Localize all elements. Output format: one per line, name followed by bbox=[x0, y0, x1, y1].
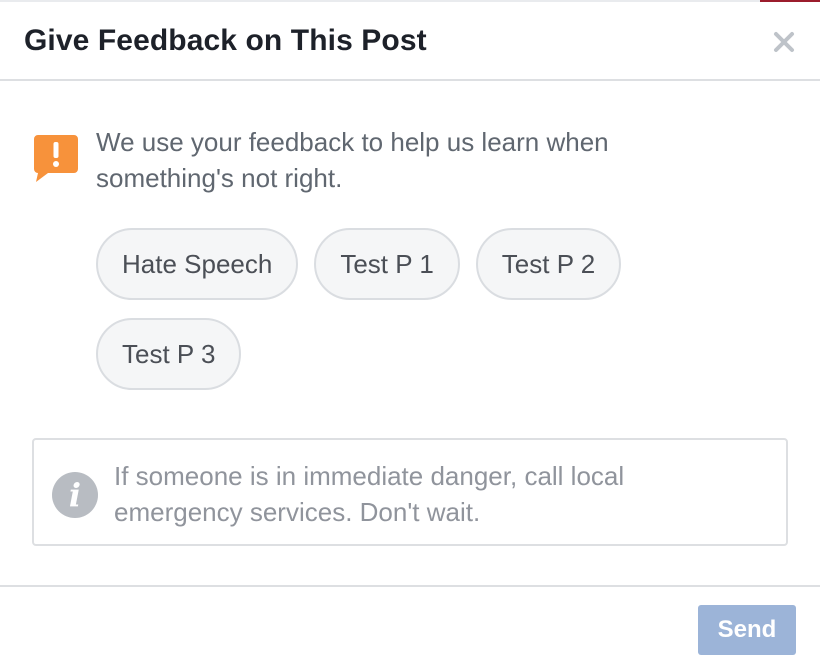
send-button[interactable]: Send bbox=[698, 605, 796, 655]
dialog-footer: Send bbox=[0, 585, 820, 668]
close-icon[interactable] bbox=[768, 26, 800, 58]
emergency-info-text: If someone is in immediate danger, call … bbox=[114, 461, 625, 527]
dialog-title: Give Feedback on This Post bbox=[24, 24, 427, 57]
feedback-options: Hate Speech Test P 1 Test P 2 Test P 3 bbox=[96, 228, 736, 390]
option-test-p-2[interactable]: Test P 2 bbox=[475, 228, 622, 300]
exclamation-speech-bubble-icon bbox=[34, 135, 78, 183]
feedback-notice-text: We use your feedback to help us learn wh… bbox=[96, 127, 609, 193]
info-icon: i bbox=[52, 472, 98, 518]
option-hate-speech[interactable]: Hate Speech bbox=[96, 228, 299, 300]
option-test-p-3[interactable]: Test P 3 bbox=[96, 318, 242, 390]
dialog-header: Give Feedback on This Post bbox=[0, 2, 820, 81]
option-test-p-1[interactable]: Test P 1 bbox=[314, 228, 460, 300]
emergency-info-box: i If someone is in immediate danger, cal… bbox=[32, 438, 788, 546]
